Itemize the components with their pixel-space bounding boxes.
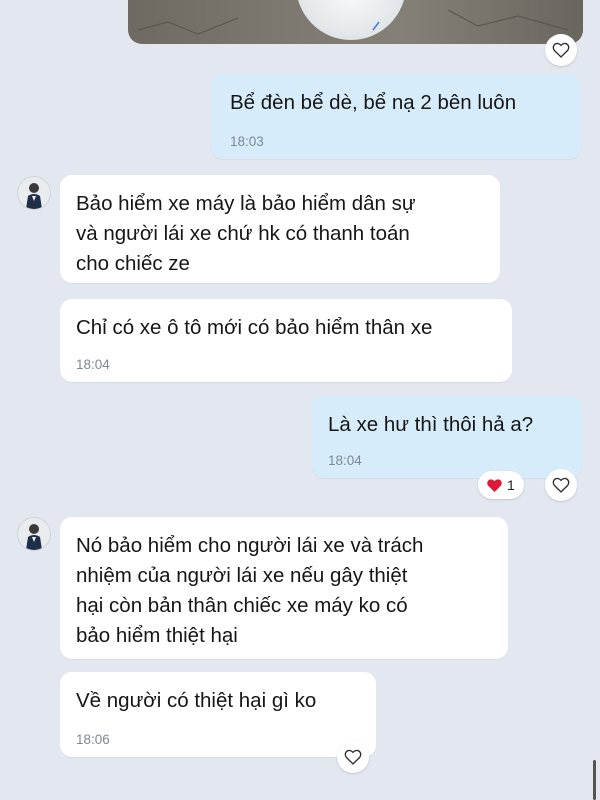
message-time: 18:03 — [230, 134, 264, 149]
message-text: Bảo hiểm xe máy là bảo hiểm dân sự và ng… — [76, 192, 416, 275]
reaction-count: 1 — [507, 477, 515, 493]
message-text: Nó bảo hiểm cho người lái xe và trách nh… — [76, 534, 424, 647]
message-text: Là xe hư thì thôi hả a? — [328, 413, 534, 436]
heart-outline-icon — [552, 477, 570, 493]
person-avatar-icon — [18, 177, 50, 209]
like-button[interactable] — [545, 469, 577, 501]
incoming-message[interactable]: Bảo hiểm xe máy là bảo hiểm dân sự và ng… — [60, 175, 500, 283]
outgoing-message[interactable]: Bể đèn bể dè, bể nạ 2 bên luôn 18:03 — [211, 74, 581, 159]
outgoing-message[interactable]: Là xe hư thì thôi hả a? 18:04 — [312, 396, 582, 478]
incoming-message[interactable]: Chỉ có xe ô tô mới có bảo hiểm thân xe 1… — [60, 299, 512, 382]
message-time: 18:04 — [328, 453, 362, 468]
incoming-message[interactable]: Về người có thiệt hại gì ko 18:06 — [60, 672, 376, 757]
contact-avatar[interactable] — [17, 176, 51, 210]
message-text: Chỉ có xe ô tô mới có bảo hiểm thân xe — [76, 316, 433, 339]
message-text: Bể đèn bể dè, bể nạ 2 bên luôn — [230, 91, 517, 114]
like-button[interactable] — [545, 34, 577, 66]
message-time: 18:06 — [76, 732, 110, 747]
scrollbar[interactable] — [593, 760, 596, 800]
heart-outline-icon — [344, 749, 362, 765]
heart-outline-icon — [552, 42, 570, 58]
reaction-count-badge[interactable]: 1 — [478, 471, 524, 499]
like-button[interactable] — [337, 741, 369, 773]
incoming-message[interactable]: Nó bảo hiểm cho người lái xe và trách nh… — [60, 517, 508, 659]
contact-avatar[interactable] — [17, 517, 51, 551]
person-avatar-icon — [18, 518, 50, 550]
heart-icon — [487, 478, 502, 492]
message-time: 18:04 — [76, 357, 110, 372]
message-text: Về người có thiệt hại gì ko — [76, 689, 317, 712]
photo-attachment[interactable] — [128, 0, 583, 44]
photo-texture — [137, 9, 569, 35]
